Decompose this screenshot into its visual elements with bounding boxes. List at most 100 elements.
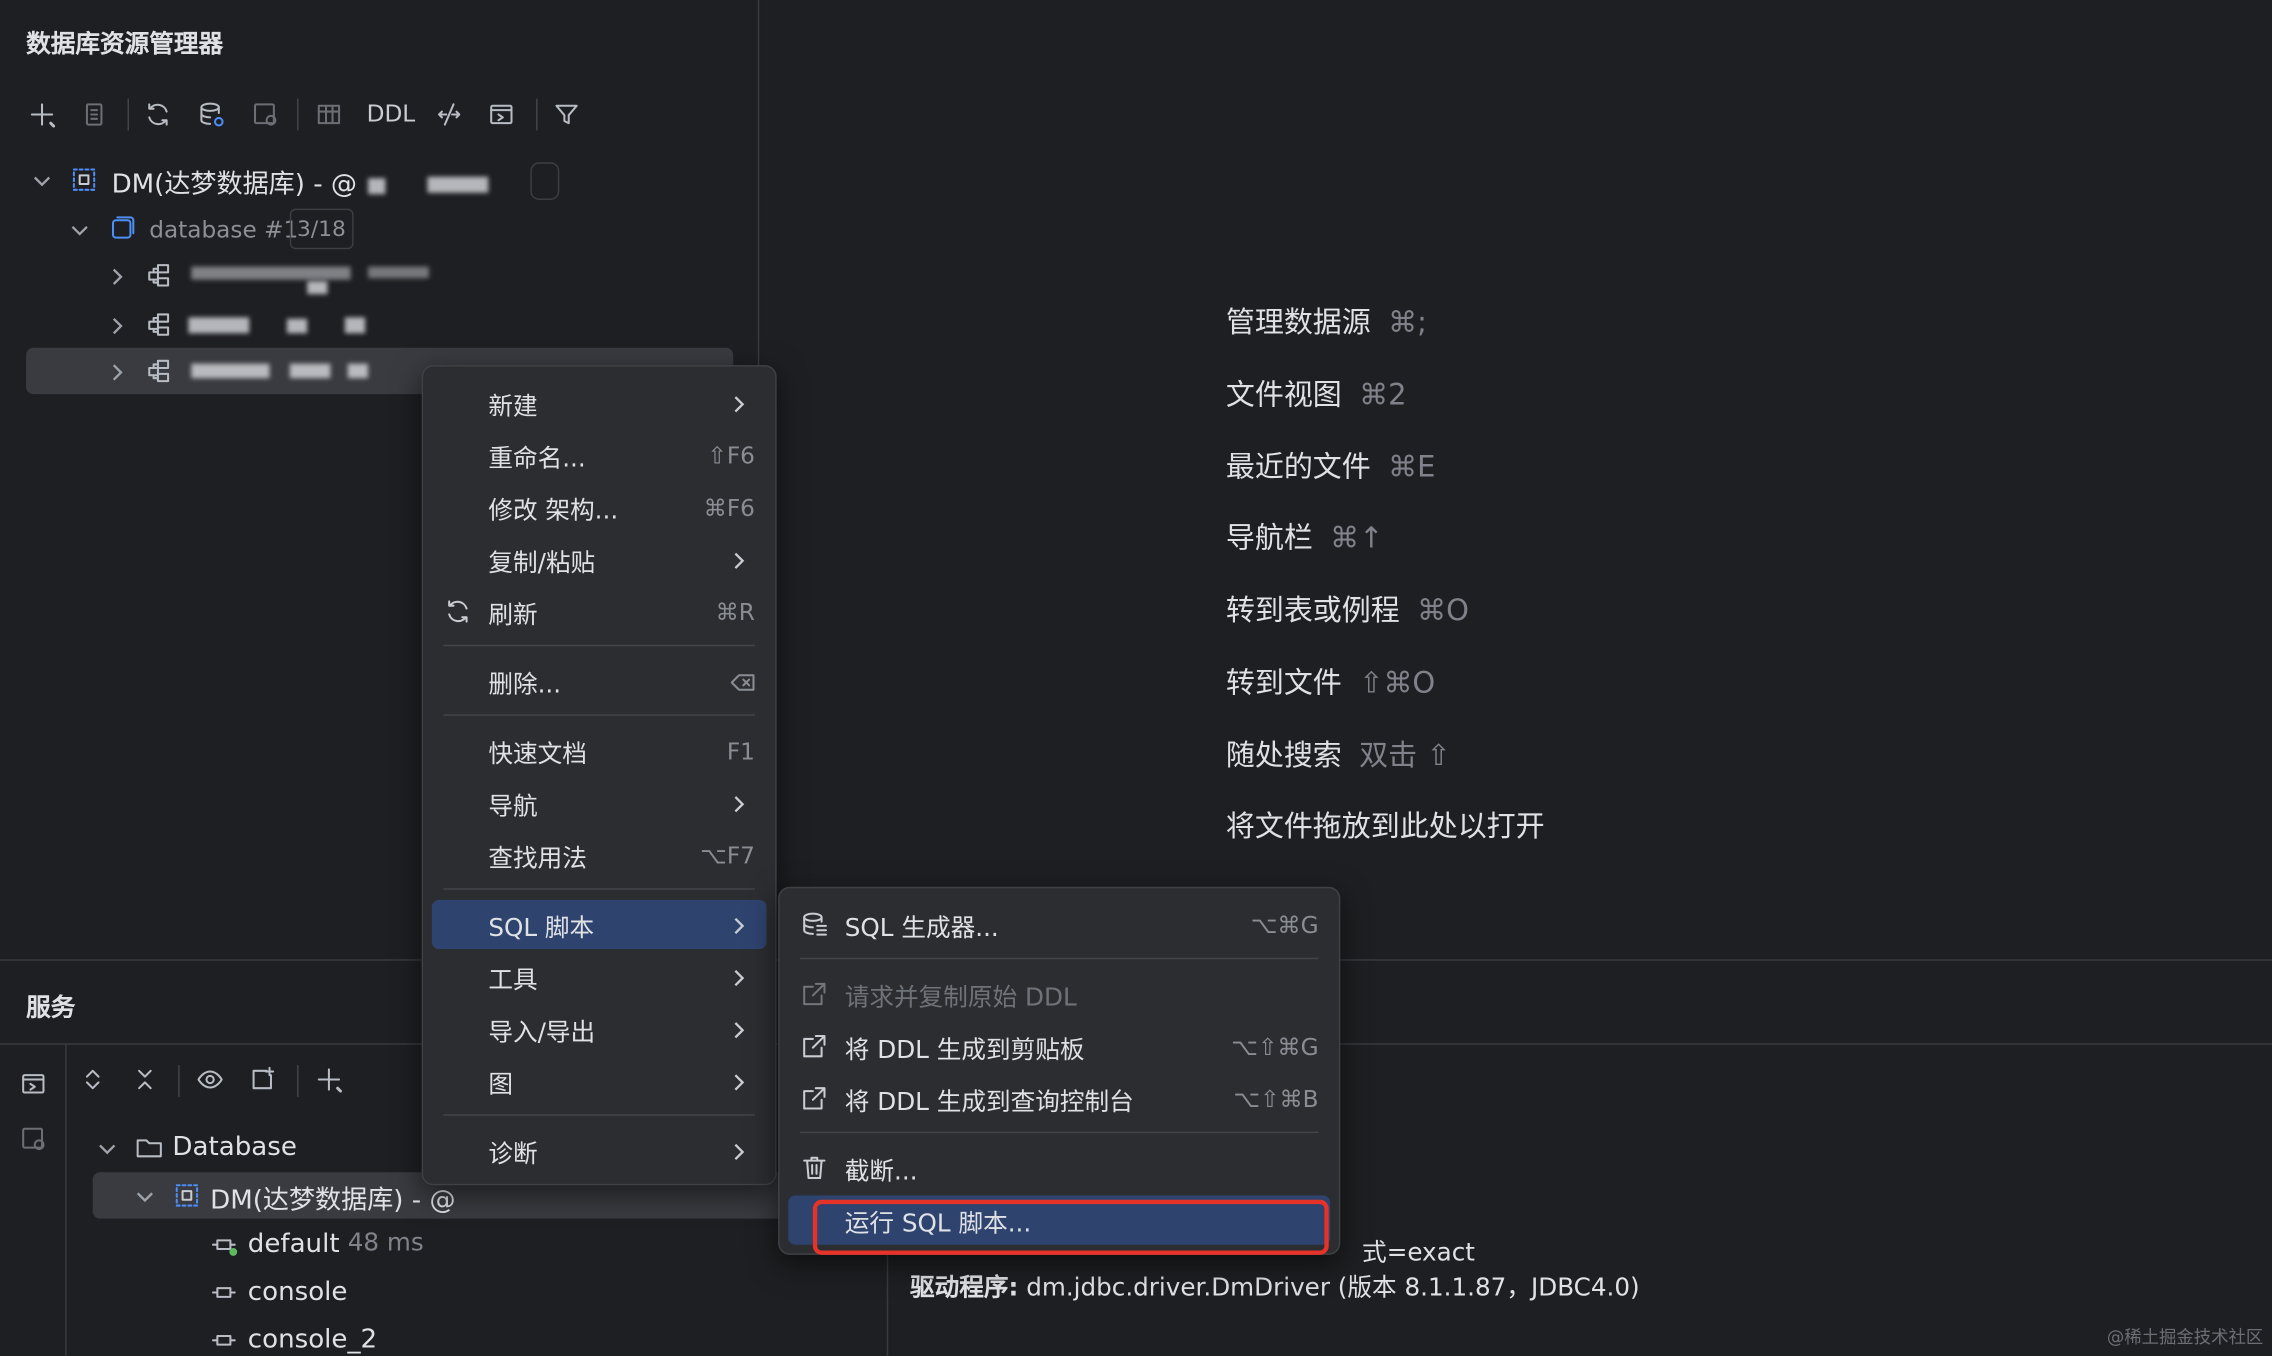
session-icon: [209, 1277, 241, 1309]
chevron-down-icon[interactable]: [70, 219, 90, 239]
hint-manage-datasources[interactable]: 管理数据源 ⌘;: [1226, 298, 1427, 340]
hint-file-view[interactable]: 文件视图 ⌘2: [1226, 371, 1407, 413]
add-icon[interactable]: [26, 99, 58, 131]
menu-item-refresh[interactable]: 刷新 ⌘R: [432, 587, 767, 636]
filter-icon[interactable]: [551, 99, 583, 131]
watermark: @稀土掘金技术社区: [2106, 1327, 2264, 1348]
services-tree-default[interactable]: default 48 ms: [203, 1222, 783, 1268]
menu-item-import-export[interactable]: 导入/导出: [432, 1004, 767, 1053]
console-session-label: console: [247, 1276, 348, 1307]
output-driver-value: dm.jdbc.driver.DmDriver (版本 8.1.1.87，JDB…: [1018, 1273, 1640, 1303]
datasource-properties-icon[interactable]: [196, 99, 228, 131]
hint-search-everywhere[interactable]: 随处搜索 双击 ⇧: [1226, 732, 1451, 774]
default-session-time: 48 ms: [347, 1228, 424, 1258]
duplicate-icon[interactable]: [78, 99, 110, 131]
menu-item-diagram[interactable]: 图: [432, 1056, 767, 1105]
menu-item-navigate[interactable]: 导航: [432, 778, 767, 827]
highlight-box: [812, 1199, 1329, 1255]
chevron-right-icon: [729, 1140, 749, 1161]
chevron-down-icon[interactable]: [97, 1137, 117, 1157]
ddl-button[interactable]: DDL: [367, 100, 416, 128]
refresh-icon[interactable]: [142, 99, 174, 131]
services-side-strip: [0, 1044, 67, 1356]
menu-item-find-usages[interactable]: 查找用法 ⌥F7: [432, 830, 767, 879]
menu-item-diagnostics[interactable]: 诊断: [432, 1126, 767, 1175]
chevron-right-icon: [729, 1071, 749, 1091]
chevron-right-icon: [729, 793, 749, 813]
database-icon: [106, 213, 138, 245]
database-label: database #1: [149, 215, 299, 244]
chevron-right-icon: [729, 549, 749, 569]
folder-icon: [133, 1132, 165, 1164]
dm-datasource-icon: [171, 1179, 203, 1211]
compare-icon[interactable]: [433, 99, 465, 131]
menu-item-rename[interactable]: 重命名... ⇧F6: [432, 430, 767, 479]
session-icon: [209, 1324, 241, 1356]
root-label: DM(达梦数据库) - @: [111, 169, 357, 200]
menu-item-copy-paste[interactable]: 复制/粘贴: [432, 535, 767, 584]
ide-window: 数据库资源管理器 DDL DM(达梦数据库) - @ database #1 3…: [0, 0, 2272, 1356]
external-link-icon: [800, 980, 829, 1009]
console-2-session-label: console_2: [247, 1324, 378, 1355]
schema-icon: [143, 309, 175, 341]
hint-goto-table[interactable]: 转到表或例程 ⌘O: [1226, 587, 1469, 629]
context-menu: 新建 重命名... ⇧F6 修改 架构... ⌘F6 复制/粘贴 刷新 ⌘R 删除..…: [421, 365, 777, 1186]
tree-schema-1[interactable]: [0, 252, 759, 298]
external-link-icon: [800, 1032, 829, 1061]
menu-item-quick-doc[interactable]: 快速文档 F1: [432, 726, 767, 775]
output-driver-label: 驱动程序:: [909, 1273, 1019, 1303]
console-icon[interactable]: [485, 99, 517, 131]
hint-navigation-bar[interactable]: 导航栏 ⌘↑: [1226, 514, 1384, 556]
tree-schema-2[interactable]: [0, 301, 759, 347]
hint-drop-files: 将文件拖放到此处以打开: [1225, 808, 1545, 844]
chevron-right-icon: [729, 914, 749, 934]
services-tree-console-2[interactable]: console_2: [203, 1317, 783, 1356]
console-icon[interactable]: [17, 1068, 49, 1100]
schema-icon: [143, 259, 175, 291]
hint-recent-files[interactable]: 最近的文件 ⌘E: [1226, 443, 1436, 485]
chevron-right-icon[interactable]: [107, 314, 127, 335]
expand-all-icon[interactable]: [77, 1064, 109, 1096]
dm-datasource-icon: [68, 164, 100, 196]
services-title: 服务: [26, 994, 76, 1023]
collapse-all-icon[interactable]: [129, 1064, 161, 1096]
menu-item-tools[interactable]: 工具: [432, 952, 767, 1001]
database-folder-label: Database: [172, 1131, 297, 1163]
sql-generator-icon: [800, 910, 829, 939]
chevron-right-icon: [729, 1019, 749, 1039]
chevron-right-icon: [729, 393, 749, 413]
jump-to-console-icon[interactable]: [249, 99, 281, 131]
menu-item-modify-schema[interactable]: 修改 架构... ⌘F6: [432, 483, 767, 532]
menu-item-delete[interactable]: 删除...: [432, 656, 767, 705]
chevron-down-icon[interactable]: [32, 170, 52, 190]
submenu-item-truncate[interactable]: 截断...: [788, 1143, 1330, 1192]
submenu-item-request-ddl: 请求并复制原始 DDL: [788, 969, 1330, 1018]
eye-icon[interactable]: [194, 1064, 226, 1096]
submenu-item-ddl-to-console[interactable]: 将 DDL 生成到查询控制台 ⌥⇧⌘B: [788, 1074, 1330, 1123]
tree-database[interactable]: database #1 3/18: [0, 206, 759, 252]
chevron-right-icon[interactable]: [107, 265, 127, 285]
hint-goto-file[interactable]: 转到文件 ⇧⌘O: [1226, 659, 1435, 701]
jump-to-console-icon[interactable]: [17, 1123, 49, 1155]
backspace-icon: [729, 668, 758, 697]
services-tree-console[interactable]: console: [203, 1269, 783, 1315]
default-session-label: default: [247, 1228, 340, 1260]
add-icon[interactable]: [313, 1064, 345, 1096]
trash-icon: [800, 1153, 829, 1182]
explorer-toolbar: DDL: [0, 87, 759, 142]
table-view-icon[interactable]: [313, 99, 345, 131]
new-tab-icon[interactable]: [246, 1064, 278, 1096]
explorer-title: 数据库资源管理器: [26, 30, 224, 60]
chevron-right-icon[interactable]: [107, 361, 127, 381]
menu-item-new[interactable]: 新建: [432, 378, 767, 427]
submenu-item-ddl-to-clipboard[interactable]: 将 DDL 生成到剪贴板 ⌥⇧⌘G: [788, 1022, 1330, 1071]
output-line-1: 式=exact: [1362, 1238, 1475, 1268]
session-connected-icon: [209, 1229, 241, 1261]
database-count-badge: 3/18: [289, 208, 354, 250]
schema-icon: [143, 355, 175, 387]
menu-item-sql-scripts[interactable]: SQL 脚本: [431, 899, 767, 950]
refresh-icon: [443, 597, 472, 626]
chevron-down-icon[interactable]: [135, 1185, 155, 1205]
tree-root-datasource[interactable]: DM(达梦数据库) - @: [0, 156, 759, 202]
submenu-item-sql-generator[interactable]: SQL 生成器... ⌥⌘G: [788, 900, 1330, 949]
